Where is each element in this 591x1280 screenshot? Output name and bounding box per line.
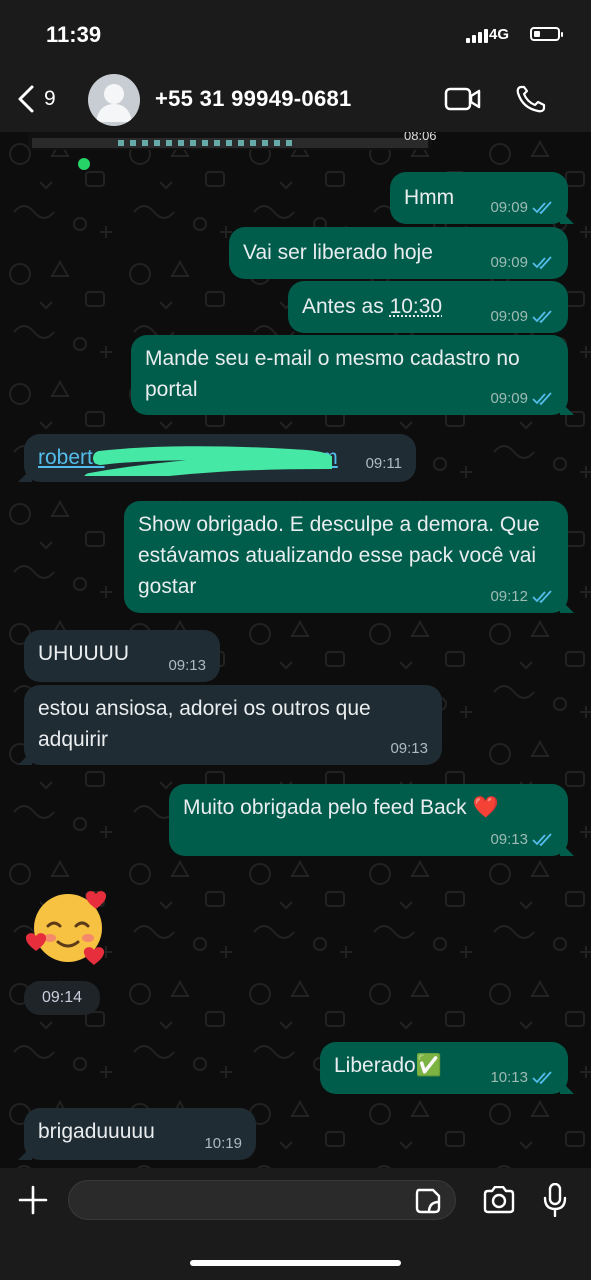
message-time: 09:13 xyxy=(390,740,428,757)
message-bubble[interactable]: Mande seu e-mail o mesmo cadastro no por… xyxy=(131,335,574,415)
emoji-message[interactable] xyxy=(25,884,112,970)
online-indicator xyxy=(78,158,90,170)
contact-name[interactable]: +55 31 99949-0681 xyxy=(155,86,352,112)
status-bar: 11:39 4G xyxy=(0,0,591,70)
message-text-field[interactable] xyxy=(85,1189,389,1212)
unread-count: 9 xyxy=(44,87,56,110)
sticker-icon[interactable] xyxy=(414,1187,442,1215)
message-time: 09:09 xyxy=(490,254,528,271)
message-time: 10:19 xyxy=(204,1135,242,1152)
person-icon xyxy=(96,84,132,122)
phone-call-icon[interactable] xyxy=(515,84,547,114)
home-indicator xyxy=(190,1260,401,1266)
camera-icon[interactable] xyxy=(482,1186,516,1214)
battery-icon xyxy=(530,27,563,41)
avatar[interactable] xyxy=(88,74,140,126)
network-label: 4G xyxy=(488,26,509,43)
read-receipt-icon xyxy=(532,833,552,847)
message-input[interactable] xyxy=(68,1180,456,1220)
message-text: Muito obrigada pelo feed Back ❤️ xyxy=(183,796,499,819)
redaction-scribble xyxy=(84,446,332,476)
read-receipt-icon xyxy=(532,256,552,270)
message-bubble[interactable]: Muito obrigada pelo feed Back ❤️ 09:13 xyxy=(169,784,574,856)
read-receipt-icon xyxy=(532,392,552,406)
status-time: 11:39 xyxy=(46,22,102,47)
message-time: 10:13 xyxy=(490,1069,528,1086)
read-receipt-icon xyxy=(532,201,552,215)
previous-media-time: 08:06 xyxy=(404,132,437,143)
smiling-face-with-hearts-icon xyxy=(25,891,107,965)
message-bubble[interactable]: Antes as 10:30 09:09 xyxy=(288,281,568,333)
emoji-message-time: 09:14 xyxy=(24,981,100,1015)
video-call-icon[interactable] xyxy=(444,86,482,112)
read-receipt-icon xyxy=(532,310,552,324)
message-time: 09:09 xyxy=(490,199,528,216)
message-text: estou ansiosa, adorei os outros que adqu… xyxy=(38,697,371,751)
message-bubble[interactable]: Show obrigado. E desculpe a demora. Que … xyxy=(124,501,574,613)
message-bubble[interactable]: Hmm 09:09 xyxy=(390,172,574,224)
message-time: 09:11 xyxy=(365,455,402,472)
chevron-left-icon xyxy=(18,85,34,113)
read-receipt-icon xyxy=(532,1071,552,1085)
previous-media-thumbnail[interactable] xyxy=(28,132,432,150)
message-bubble[interactable]: roberta om 09:11 xyxy=(18,434,416,482)
read-receipt-icon xyxy=(532,590,552,604)
message-time: 09:13 xyxy=(168,657,206,674)
message-bubble[interactable]: brigaduuuuu 10:19 xyxy=(18,1108,256,1160)
back-button[interactable]: 9 xyxy=(16,84,56,114)
message-time: 09:13 xyxy=(490,831,528,848)
message-time: 09:09 xyxy=(490,308,528,325)
message-time: 09:12 xyxy=(490,588,528,605)
chat-area[interactable]: 08:06 Hmm 09:09 Vai ser liberado hoje 09… xyxy=(0,132,591,1168)
message-bubble[interactable]: UHUUUU 09:13 xyxy=(24,630,220,682)
message-time: 09:09 xyxy=(490,390,528,407)
message-text: Antes as xyxy=(302,295,390,318)
message-bubble[interactable]: Liberado✅ 10:13 xyxy=(320,1042,574,1094)
microphone-icon[interactable] xyxy=(543,1183,567,1217)
time-link[interactable]: 10:30 xyxy=(390,295,443,318)
plus-icon[interactable] xyxy=(18,1185,48,1215)
message-bubble[interactable]: estou ansiosa, adorei os outros que adqu… xyxy=(18,685,442,765)
message-bubble[interactable]: Vai ser liberado hoje 09:09 xyxy=(229,227,568,279)
